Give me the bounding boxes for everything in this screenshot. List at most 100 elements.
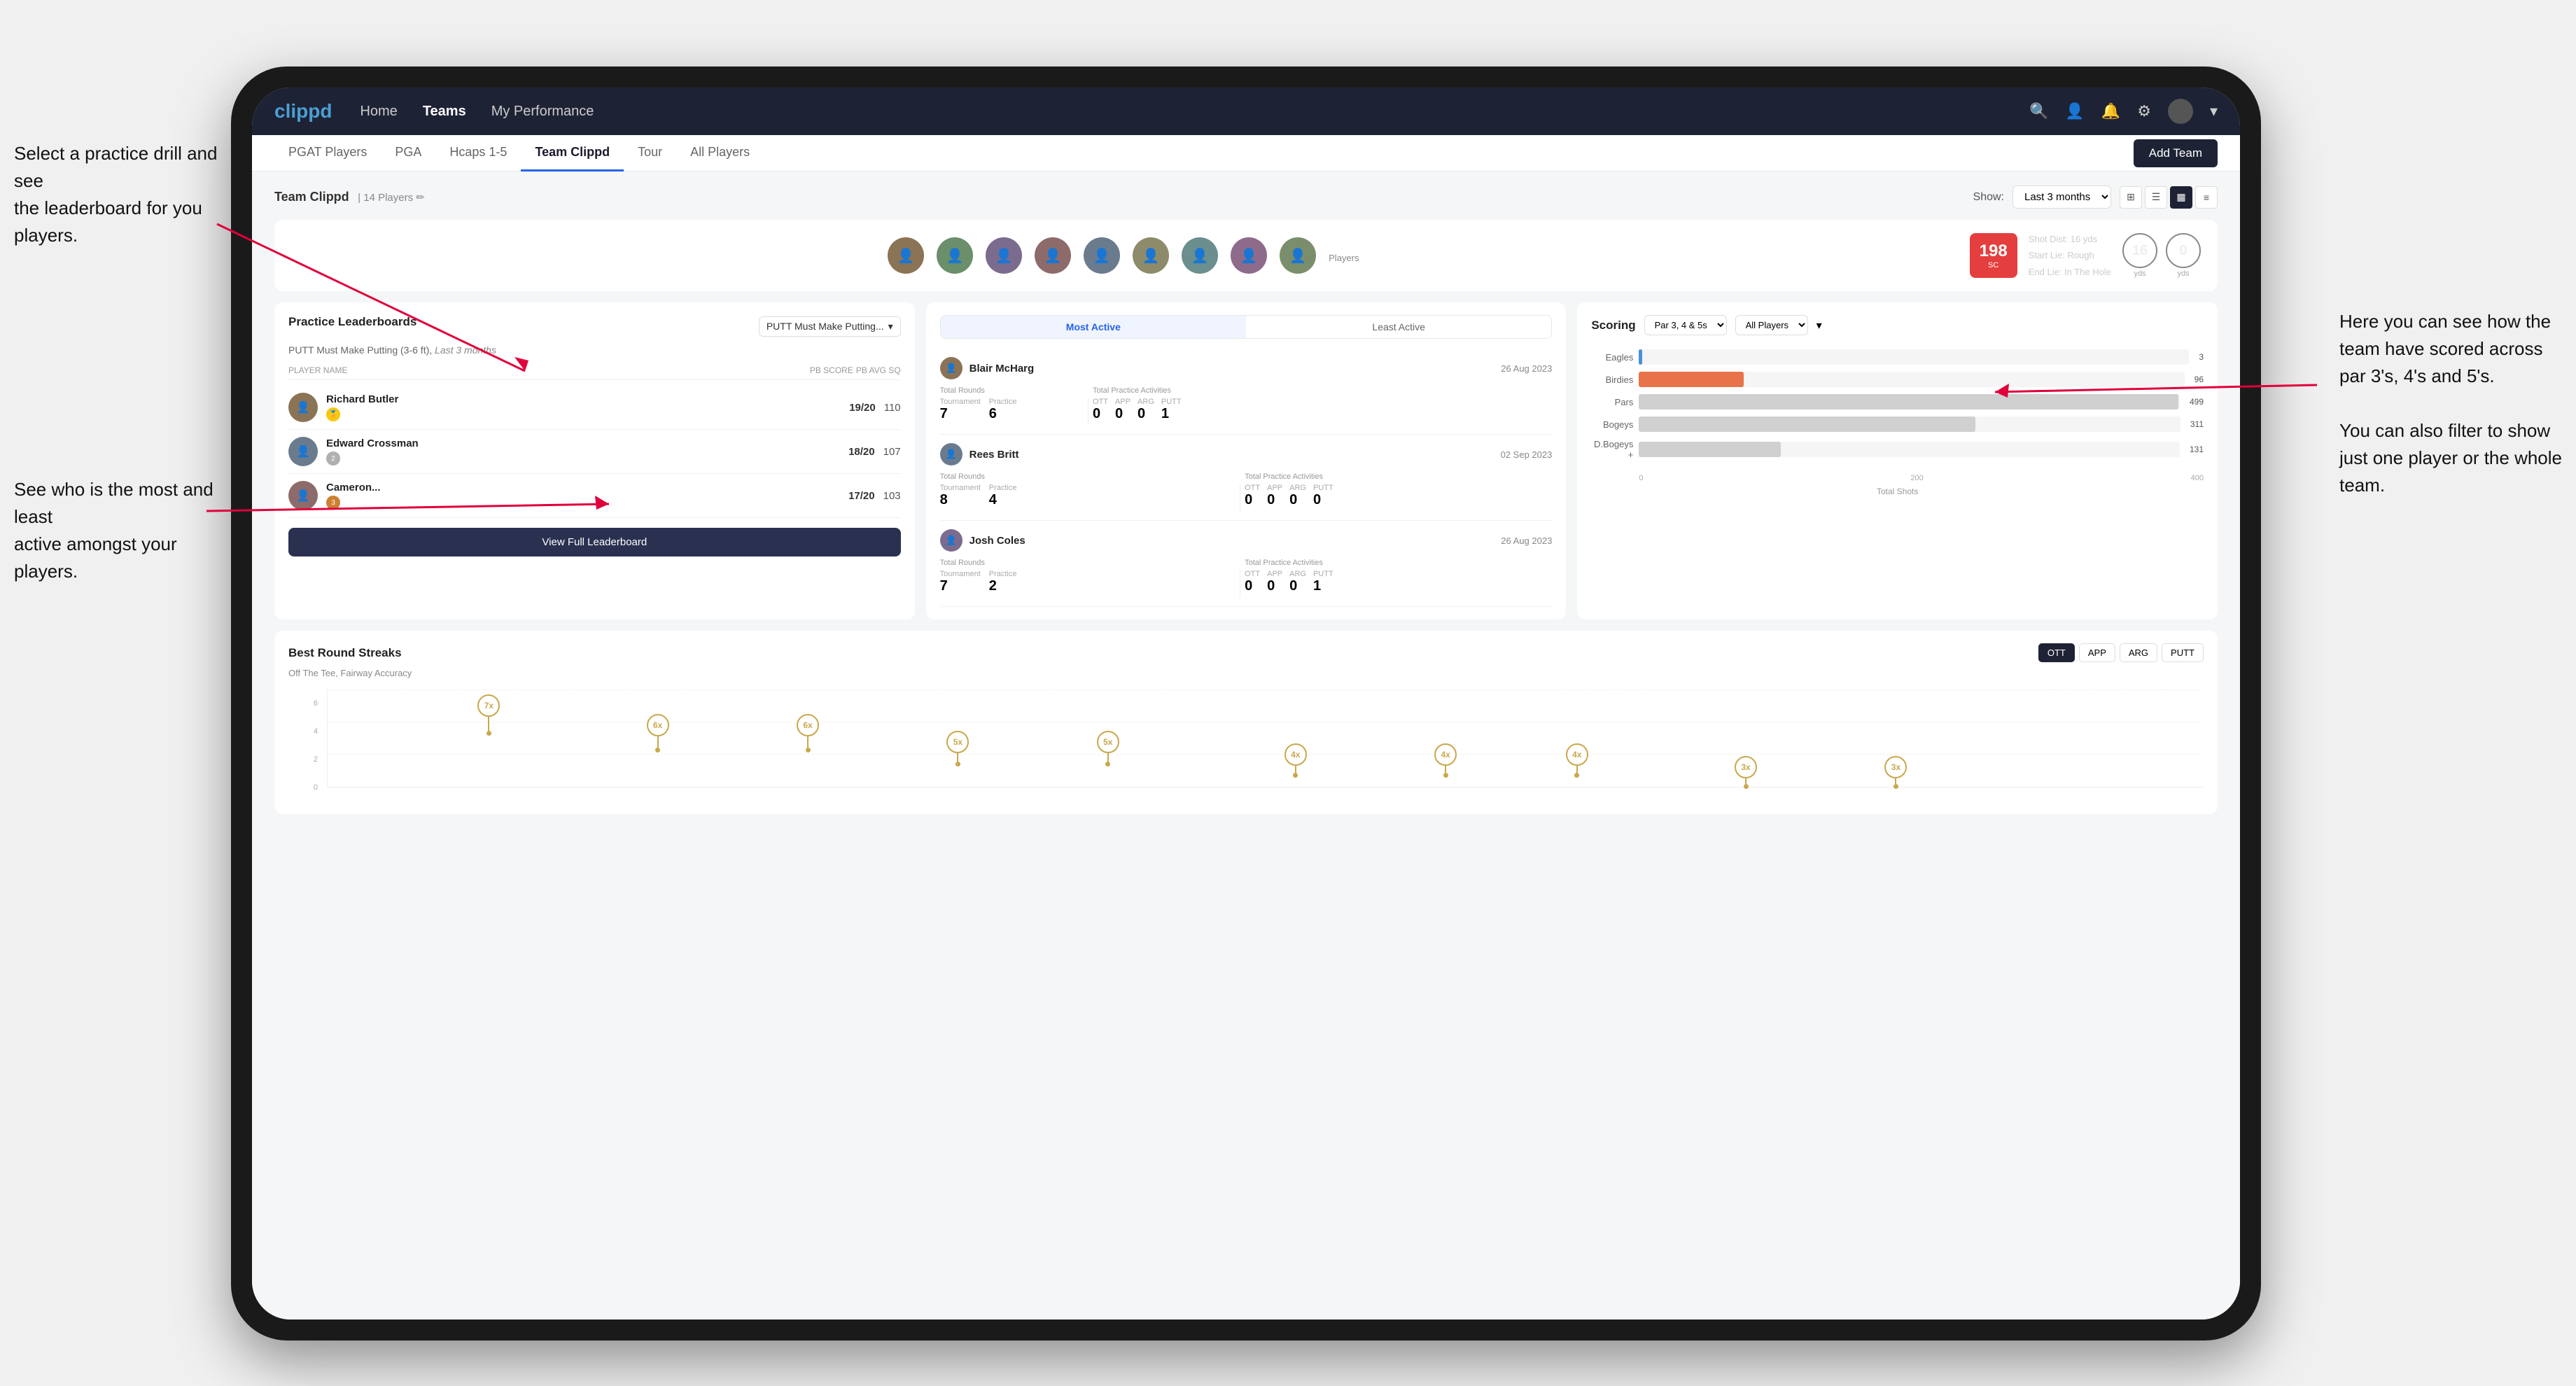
- lb-score-2: 18/20: [848, 446, 875, 458]
- shot-info: Shot Dist: 16 yds Start Lie: Rough End L…: [2029, 231, 2111, 280]
- rank-badge-3: 3: [326, 496, 340, 510]
- players-row: 👤 👤 👤 👤 👤 👤 👤 👤 👤 Players 198 SC: [274, 220, 2218, 291]
- filter-ott[interactable]: OTT: [2038, 643, 2075, 662]
- streak-point-8: 4x: [1566, 743, 1588, 778]
- player-avatar-4[interactable]: 👤: [1035, 237, 1071, 274]
- activity-tabs: Most Active Least Active: [940, 315, 1553, 339]
- bar-val-birdies: 96: [2194, 374, 2204, 384]
- filter-app[interactable]: APP: [2079, 643, 2115, 662]
- activity-player-1: 👤 Blair McHarg 26 Aug 2023 Total Rounds …: [940, 349, 1553, 435]
- streak-point-3: 6x: [797, 714, 819, 752]
- player-avatar-9[interactable]: 👤: [1280, 237, 1316, 274]
- nav-links: Home Teams My Performance: [360, 104, 2029, 120]
- tab-least-active[interactable]: Least Active: [1246, 316, 1551, 338]
- tab-pga[interactable]: PGA: [381, 135, 435, 172]
- navbar: clippd Home Teams My Performance 🔍 👤 🔔 ⚙…: [252, 88, 2240, 135]
- streaks-header: Best Round Streaks OTT APP ARG PUTT: [288, 643, 2204, 662]
- lb-avg-2: 107: [883, 446, 901, 458]
- player-avatar-2[interactable]: 👤: [937, 237, 973, 274]
- search-icon[interactable]: 🔍: [2029, 102, 2048, 120]
- lb-dropdown[interactable]: PUTT Must Make Putting... ▾: [759, 316, 901, 337]
- player-avatar-8[interactable]: 👤: [1231, 237, 1267, 274]
- scoring-player-filter[interactable]: All Players: [1735, 315, 1808, 335]
- bar-birdies: Birdies 96: [1591, 372, 2204, 387]
- bell-icon[interactable]: 🔔: [2101, 102, 2120, 120]
- streak-point-5: 5x: [1097, 731, 1119, 766]
- activity-player-2: 👤 Rees Britt 02 Sep 2023 Total Rounds To…: [940, 435, 1553, 521]
- view-grid-btn[interactable]: ⊞: [2120, 186, 2142, 209]
- streaks-title: Best Round Streaks: [288, 646, 402, 660]
- view-list-btn[interactable]: ☰: [2145, 186, 2167, 209]
- chevron-down-icon[interactable]: ▾: [2210, 102, 2218, 120]
- streak-point-9: 3x: [1735, 756, 1757, 789]
- players-section: 👤 👤 👤 👤 👤 👤 👤 👤 👤 Players: [291, 237, 1956, 274]
- bar-fill-birdies: [1639, 372, 1744, 387]
- activity-name-1: Blair McHarg: [969, 363, 1035, 374]
- shot-card: 198 SC Shot Dist: 16 yds Start Lie: Roug…: [1970, 231, 2201, 280]
- nav-teams[interactable]: Teams: [423, 104, 466, 120]
- lb-header: Practice Leaderboards PUTT Must Make Put…: [288, 315, 901, 337]
- player-avatar-3[interactable]: 👤: [986, 237, 1022, 274]
- add-team-button[interactable]: Add Team: [2134, 139, 2218, 167]
- streaks-subtitle: Off The Tee, Fairway Accuracy: [288, 668, 2204, 678]
- activity-avatar-2: 👤: [940, 443, 962, 465]
- view-table-btn[interactable]: ≡: [2195, 186, 2218, 209]
- view-full-leaderboard-button[interactable]: View Full Leaderboard: [288, 528, 901, 556]
- nav-home[interactable]: Home: [360, 104, 397, 120]
- chart-title: Total Shots: [1591, 486, 2204, 496]
- team-title: Team Clippd | 14 Players ✏: [274, 190, 425, 204]
- player-avatar-6[interactable]: 👤: [1133, 237, 1169, 274]
- streaks-filters: OTT APP ARG PUTT: [2038, 643, 2204, 662]
- annotation-bottom-left: See who is the most and least active amo…: [14, 476, 217, 585]
- tab-team-clippd[interactable]: Team Clippd: [521, 135, 624, 172]
- main-content: Team Clippd | 14 Players ✏ Show: Last 3 …: [252, 172, 2240, 1320]
- streak-point-7: 4x: [1434, 743, 1457, 778]
- tab-hcaps[interactable]: Hcaps 1-5: [435, 135, 521, 172]
- show-control: Show: Last 3 months ⊞ ☰ ▦ ≡: [1973, 186, 2218, 209]
- rank-badge-2: 2: [326, 451, 340, 465]
- scoring-par-filter[interactable]: Par 3, 4 & 5s: [1644, 315, 1727, 335]
- player-avatar-1[interactable]: 👤: [888, 237, 924, 274]
- chart-axis: 0 200 400: [1591, 474, 2204, 482]
- tablet-frame: clippd Home Teams My Performance 🔍 👤 🔔 ⚙…: [231, 66, 2261, 1340]
- activity-avatar-3: 👤: [940, 529, 962, 552]
- tab-tour[interactable]: Tour: [624, 135, 676, 172]
- bar-fill-eagles: [1639, 349, 1642, 365]
- nav-my-performance[interactable]: My Performance: [491, 104, 594, 120]
- team-header: Team Clippd | 14 Players ✏ Show: Last 3 …: [274, 186, 2218, 209]
- activity-player-1-header: 👤 Blair McHarg 26 Aug 2023: [940, 357, 1553, 379]
- annotation-top-right: Here you can see how the team have score…: [2339, 308, 2562, 499]
- lb-player-info-3: Cameron... 3: [326, 482, 840, 510]
- streak-point-1: 7x: [477, 694, 500, 736]
- view-card-btn[interactable]: ▦: [2170, 186, 2192, 209]
- lb-subtitle: PUTT Must Make Putting (3-6 ft), Last 3 …: [288, 344, 901, 356]
- bar-fill-bogeys: [1639, 416, 1975, 432]
- bar-fill-pars: [1639, 394, 2178, 410]
- activity-stats-1: Total Rounds Tournament7 Practice6 Total…: [940, 386, 1553, 426]
- scoring-header: Scoring Par 3, 4 & 5s All Players ▾: [1591, 315, 2204, 335]
- streaks-plot-area: 7x 6x 6x: [327, 690, 2204, 788]
- nav-icons: 🔍 👤 🔔 ⚙ ▾: [2029, 99, 2218, 124]
- lb-player-info-1: Richard Butler 🏅: [326, 393, 841, 421]
- streaks-panel: Best Round Streaks OTT APP ARG PUTT Off …: [274, 631, 2218, 814]
- lb-avatar-1: 👤: [288, 393, 318, 422]
- users-icon[interactable]: 👤: [2065, 102, 2084, 120]
- activity-stats-2: Total Rounds Tournament8 Practice4 Total…: [940, 472, 1553, 512]
- filter-arg[interactable]: ARG: [2120, 643, 2157, 662]
- show-select[interactable]: Last 3 months: [2012, 186, 2111, 209]
- bar-val-bogeys: 311: [2190, 419, 2204, 429]
- user-avatar[interactable]: [2168, 99, 2193, 124]
- lb-avg-3: 103: [883, 490, 901, 502]
- activity-name-3: Josh Coles: [969, 535, 1026, 547]
- player-avatar-5[interactable]: 👤: [1084, 237, 1120, 274]
- activity-player-3-header: 👤 Josh Coles 26 Aug 2023: [940, 529, 1553, 552]
- bar-dbogeys: D.Bogeys + 131: [1591, 439, 2204, 460]
- player-avatar-7[interactable]: 👤: [1182, 237, 1218, 274]
- filter-putt[interactable]: PUTT: [2162, 643, 2204, 662]
- tab-most-active[interactable]: Most Active: [941, 316, 1246, 338]
- tab-all-players[interactable]: All Players: [676, 135, 764, 172]
- settings-icon[interactable]: ⚙: [2137, 102, 2151, 120]
- nav-logo: clippd: [274, 100, 332, 122]
- tab-pgat-players[interactable]: PGAT Players: [274, 135, 381, 172]
- rank-badge-1: 🏅: [326, 407, 340, 421]
